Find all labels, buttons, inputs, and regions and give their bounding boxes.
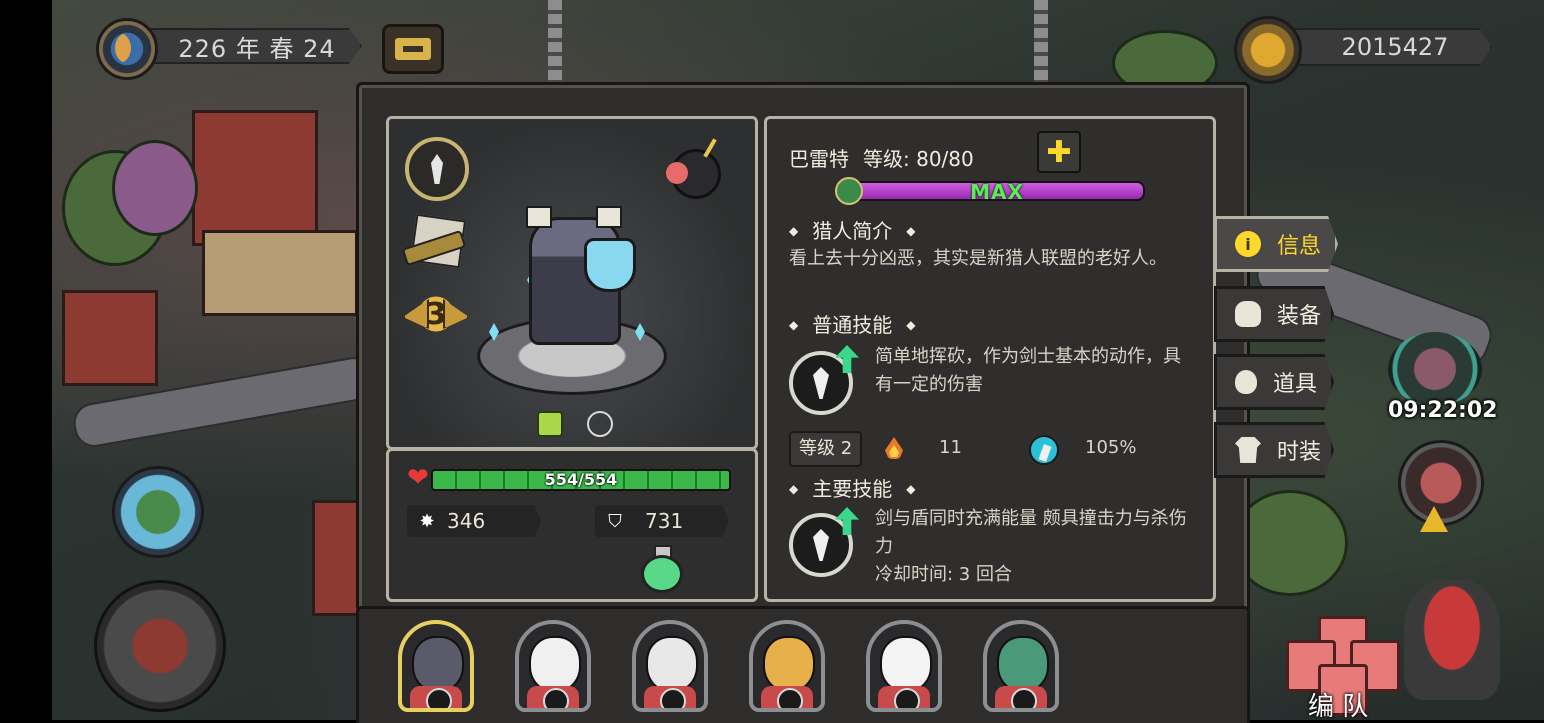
class-badge-icon — [543, 688, 569, 708]
helmet-icon — [1235, 301, 1261, 327]
home-town-icon[interactable] — [94, 580, 226, 712]
world-map-icon[interactable] — [112, 466, 204, 558]
team-label: 编 队 — [1308, 692, 1369, 722]
tab-costume-label: 时装 — [1277, 440, 1322, 465]
hero-level: 等级: 80/80 — [863, 147, 974, 171]
mascot-icon[interactable] — [1404, 580, 1500, 700]
bomb-icon[interactable] — [666, 138, 721, 199]
normal-skill-title: 普通技能 — [789, 309, 915, 338]
hp-row: 554/554 — [407, 465, 731, 491]
hp-bar: 554/554 — [431, 469, 731, 491]
info-icon: i — [1235, 231, 1261, 257]
attack-stat: ✸ 346 — [407, 505, 541, 537]
tab-equipment[interactable]: 装备 — [1214, 286, 1334, 342]
gold-coin-icon — [1234, 16, 1302, 84]
level-up-button[interactable]: ✚ — [1037, 131, 1081, 173]
rank-badge: 3 — [401, 289, 471, 339]
skill-power: 11 — [939, 437, 962, 458]
tab-equipment-label: 装备 — [1277, 304, 1322, 329]
hero-face-icon — [763, 636, 815, 692]
hero-face-icon — [997, 636, 1049, 692]
gold-amount: 2015427 — [1278, 28, 1492, 66]
hp-value: 554/554 — [544, 470, 618, 489]
defense-value: 731 — [645, 509, 684, 533]
buff-icon[interactable] — [537, 411, 563, 437]
tab-items[interactable]: 道具 — [1214, 354, 1334, 410]
event-timer-icon[interactable] — [1388, 332, 1482, 406]
roster-portrait-boar-hunter[interactable] — [398, 620, 474, 712]
defense-stat: ⛉ 731 — [595, 505, 729, 537]
ticket-button[interactable] — [382, 24, 444, 74]
hero-showcase: 3 — [386, 116, 758, 450]
attack-value: 346 — [447, 509, 486, 533]
main-skill-cooldown: 冷却时间: 3 回合 — [875, 564, 1012, 585]
hero-header: 巴雷特 等级: 80/80 — [789, 143, 974, 172]
main-skill-icon[interactable] — [789, 507, 859, 577]
village-house — [62, 290, 158, 386]
status-icon[interactable] — [587, 411, 613, 437]
bio-text: 看上去十分凶恶，其实是新猎人联盟的老好人。 — [789, 248, 1167, 269]
shield-icon: ⛉ — [608, 510, 622, 532]
gold-widget[interactable]: 2015427 — [1234, 16, 1502, 84]
potion-icon[interactable] — [641, 545, 683, 593]
village-house — [202, 230, 358, 316]
hero-info: 巴雷特等级: 80/80 ✚ MAX 猎人简介 看上去十分凶恶，其实是新猎人联盟… — [764, 116, 1216, 602]
bio-title: 猎人简介 — [789, 215, 915, 244]
chain-decoration — [1034, 0, 1048, 82]
hero-stats: 554/554 ✸ 346 ⛉ 731 — [386, 448, 758, 602]
xp-max-label: MAX — [970, 181, 1024, 201]
skill-level: 等级 2 — [789, 431, 863, 467]
hero-face-icon — [529, 636, 581, 692]
event-timer: 09:22:02 — [1388, 398, 1498, 423]
class-badge-icon — [1011, 688, 1037, 708]
upgrade-arrow-icon — [835, 345, 859, 373]
swordsman-class-icon[interactable] — [405, 137, 469, 201]
flame-icon — [881, 435, 907, 461]
calendar-widget[interactable]: 226 年 春 24 — [96, 18, 366, 80]
roster-portrait-leopard[interactable] — [749, 620, 825, 712]
roster-portrait-crocodile[interactable] — [983, 620, 1059, 712]
main-skill-title: 主要技能 — [789, 473, 915, 502]
hero-face-icon — [880, 636, 932, 692]
class-badge-icon — [894, 688, 920, 708]
tab-items-label: 道具 — [1273, 372, 1318, 397]
telescope-map-icon[interactable] — [401, 213, 467, 269]
hero-face-icon — [412, 636, 464, 692]
class-badge-icon — [777, 688, 803, 708]
ticket-icon — [395, 38, 431, 60]
tab-info-label: 信息 — [1277, 234, 1322, 259]
rank-value: 3 — [425, 296, 447, 332]
team-formation-button[interactable]: 编 队 — [1262, 614, 1402, 722]
hero-face-icon — [646, 636, 698, 692]
class-badge-icon — [426, 688, 452, 708]
season-emblem-icon — [96, 18, 158, 80]
upgrade-arrow-icon — [835, 507, 859, 535]
chain-decoration — [548, 0, 562, 82]
attack-burst-icon: ✸ — [419, 510, 435, 532]
boss-event-icon[interactable] — [1398, 440, 1484, 526]
roster-portrait-eagle[interactable] — [515, 620, 591, 712]
hero-name: 巴雷特 — [789, 147, 849, 171]
class-badge-icon — [660, 688, 686, 708]
roster-portrait-white-hair[interactable] — [866, 620, 942, 712]
skill-crit: 105% — [1085, 437, 1137, 458]
xp-gem-icon — [835, 177, 863, 205]
heart-icon — [407, 465, 435, 491]
normal-skill-desc: 简单地挥砍，作为剑士基本的动作，具有一定的伤害 — [875, 346, 1181, 395]
date-label: 226 年 春 24 — [136, 28, 362, 64]
tree — [112, 140, 198, 236]
shirt-icon — [1235, 437, 1261, 463]
xp-row: MAX — [835, 177, 1147, 205]
village-house — [192, 110, 318, 246]
main-skill-desc: 剑与盾同时充满能量 颇具撞击力与杀伤力 — [875, 508, 1187, 557]
tab-costume[interactable]: 时装 — [1214, 422, 1334, 478]
tab-info[interactable]: i 信息 — [1214, 216, 1338, 272]
crit-icon — [1029, 435, 1059, 465]
bag-icon — [1235, 370, 1257, 394]
normal-skill-icon[interactable] — [789, 345, 859, 415]
roster-portrait-polar-bear[interactable] — [632, 620, 708, 712]
xp-bar: MAX — [849, 181, 1145, 201]
hero-character — [526, 206, 636, 345]
